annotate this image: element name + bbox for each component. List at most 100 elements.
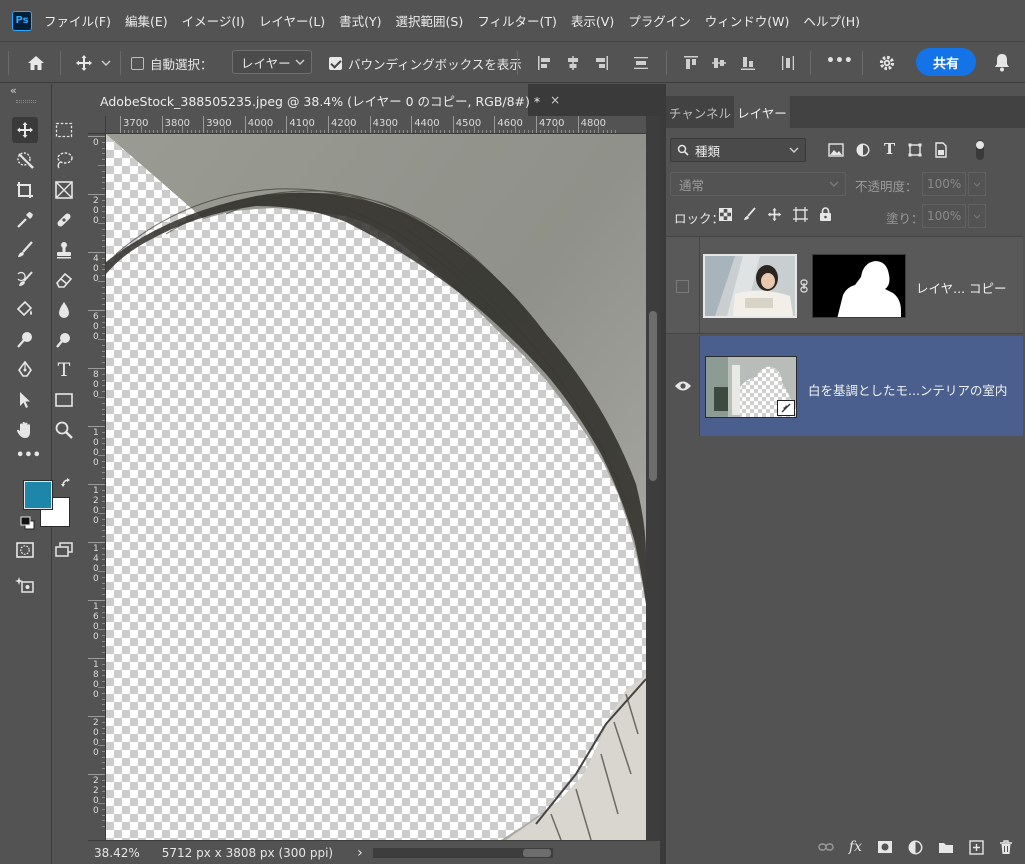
collapse-panel-button[interactable]: « (10, 84, 17, 97)
scrollbar-thumb[interactable] (522, 848, 551, 857)
filter-smart-object-icon[interactable] (934, 142, 948, 158)
dodge-tool-icon[interactable] (12, 327, 38, 353)
lock-all-icon[interactable] (819, 207, 832, 222)
tab-layers[interactable]: レイヤー (734, 96, 790, 128)
lock-transparent-pixels-icon[interactable] (719, 208, 732, 221)
align-horizontal-center-icon[interactable] (565, 55, 581, 71)
ruler-origin[interactable] (88, 116, 106, 134)
layer-mask-thumbnail[interactable] (812, 254, 906, 318)
layer-row-selected[interactable]: 白を基調としたモ...ンテリアの室内 (666, 336, 1023, 436)
history-brush-tool-icon[interactable] (12, 267, 38, 293)
quick-mask-icon[interactable] (12, 537, 38, 563)
marquee-tool-icon[interactable] (51, 117, 77, 143)
align-right-icon[interactable] (593, 55, 609, 71)
new-layer-icon[interactable] (969, 839, 984, 855)
auto-select-checkbox[interactable] (131, 57, 144, 70)
layer-name[interactable]: レイヤ... コピー (916, 278, 1007, 297)
filter-type-icon[interactable]: T (884, 140, 895, 158)
spot-healing-brush-tool-icon[interactable] (51, 207, 77, 233)
generative-ai-icon[interactable] (12, 572, 38, 598)
rectangle-tool-icon[interactable] (51, 387, 77, 413)
fill-input[interactable]: 100% (922, 204, 966, 228)
hand-tool-icon[interactable] (12, 417, 38, 443)
layer-visibility-toggle[interactable] (666, 336, 700, 436)
filter-toggle-switch[interactable] (974, 139, 986, 161)
zoom-lens-tool-icon[interactable] (51, 327, 77, 353)
foreground-color-swatch[interactable] (23, 480, 53, 510)
lasso-tool-icon[interactable] (51, 147, 77, 173)
menu-view[interactable]: 表示(V) (571, 11, 614, 30)
align-top-icon[interactable] (683, 55, 699, 71)
layer-thumbnail[interactable] (705, 356, 797, 418)
scrollbar-thumb[interactable] (649, 311, 657, 481)
filter-pixel-icon[interactable] (828, 143, 844, 157)
blur-tool-icon[interactable] (51, 297, 77, 323)
vertical-ruler[interactable]: 0 2 0 0 4 0 0 6 0 0 8 0 0 1 0 0 0 1 2 0 0 1 4 0… (88, 134, 106, 840)
more-options-button[interactable]: ••• (826, 53, 853, 69)
clone-stamp-tool-icon[interactable] (51, 237, 77, 263)
layer-row[interactable]: レイヤ... コピー (666, 236, 1023, 334)
align-vertical-center-icon[interactable] (711, 55, 727, 71)
menu-file[interactable]: ファイル(F) (44, 11, 111, 30)
status-menu-arrow[interactable]: › (357, 845, 363, 861)
frame-tool-icon[interactable] (51, 177, 77, 203)
menu-help[interactable]: ヘルプ(H) (803, 11, 860, 30)
lock-position-icon[interactable] (767, 207, 782, 222)
path-selection-tool-icon[interactable] (12, 387, 38, 413)
canvas-horizontal-scrollbar[interactable] (372, 847, 553, 858)
chevron-down-icon[interactable] (99, 55, 113, 71)
document-canvas[interactable] (106, 134, 646, 840)
zoom-level[interactable]: 38.42% (94, 846, 140, 860)
pen-tool-icon[interactable] (12, 357, 38, 383)
gear-icon[interactable] (877, 53, 897, 73)
default-colors-icon[interactable] (20, 516, 36, 530)
tab-channels[interactable]: チャンネル (666, 96, 734, 128)
blend-mode-dropdown[interactable]: 通常 (670, 172, 846, 196)
move-tool-icon[interactable] (12, 117, 38, 143)
menu-edit[interactable]: 編集(E) (125, 11, 168, 30)
fill-dropdown[interactable] (968, 204, 986, 228)
quick-selection-tool-icon[interactable] (12, 147, 38, 173)
brush-tool-icon[interactable] (12, 237, 38, 263)
new-group-folder-icon[interactable] (938, 841, 954, 854)
menu-filter[interactable]: フィルター(T) (477, 11, 557, 30)
distribute-horizontal-icon[interactable] (780, 55, 796, 71)
mask-link-icon[interactable] (800, 279, 808, 293)
menu-image[interactable]: イメージ(I) (182, 11, 245, 30)
close-document-icon[interactable]: × (550, 93, 560, 107)
menu-layer[interactable]: レイヤー(L) (259, 11, 325, 30)
layer-thumbnail[interactable] (703, 254, 797, 318)
document-tab[interactable]: AdobeStock_388505235.jpeg @ 38.4% (レイヤー … (88, 84, 560, 116)
opacity-dropdown[interactable] (968, 172, 986, 196)
auto-select-target-dropdown[interactable]: レイヤー (232, 50, 312, 74)
layer-style-fx-icon[interactable]: fx (849, 839, 862, 855)
share-button[interactable]: 共有 (916, 48, 976, 76)
lock-image-pixels-icon[interactable] (742, 207, 757, 222)
menu-window[interactable]: ウィンドウ(W) (705, 11, 790, 30)
horizontal-ruler[interactable]: 3700 3800 3900 4000 4100 4200 4300 4400 4500 4600… (106, 116, 646, 134)
new-adjustment-layer-icon[interactable] (908, 840, 923, 855)
zoom-tool-icon[interactable] (51, 417, 77, 443)
screen-mode-icon[interactable] (51, 537, 77, 563)
layer-visibility-toggle[interactable] (666, 237, 700, 333)
show-bbox-checkbox[interactable] (329, 57, 342, 70)
distribute-vertical-icon[interactable] (633, 55, 649, 71)
layer-name[interactable]: 白を基調としたモ...ンテリアの室内 (808, 380, 1007, 399)
home-icon[interactable] (24, 52, 48, 74)
add-mask-icon[interactable] (877, 840, 893, 854)
type-tool-icon[interactable]: T (51, 357, 77, 383)
crop-tool-icon[interactable] (12, 177, 38, 203)
edit-toolbar-button[interactable]: ••• (16, 448, 41, 463)
canvas-vertical-scrollbar[interactable] (646, 116, 660, 840)
align-bottom-icon[interactable] (740, 55, 756, 71)
move-tool-icon[interactable] (72, 52, 96, 74)
align-left-icon[interactable] (537, 55, 553, 71)
eyedropper-tool-icon[interactable] (12, 207, 38, 233)
layer-filter-dropdown[interactable]: 種類 (670, 138, 806, 162)
filter-shape-icon[interactable] (908, 143, 922, 157)
link-layers-icon[interactable] (818, 842, 834, 852)
delete-layer-icon[interactable] (999, 839, 1013, 855)
swap-colors-icon[interactable] (60, 477, 74, 491)
opacity-input[interactable]: 100% (922, 172, 966, 196)
filter-adjustment-icon[interactable] (856, 143, 870, 157)
